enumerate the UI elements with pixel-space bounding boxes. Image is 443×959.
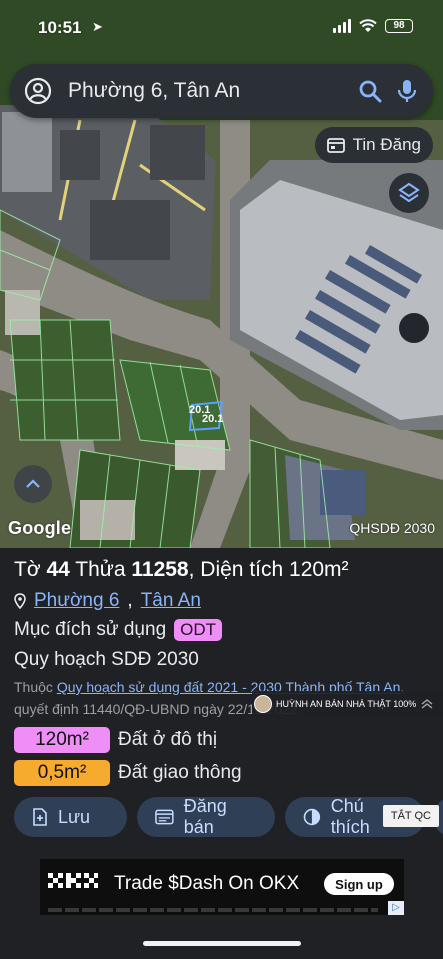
google-logo: Google bbox=[8, 518, 72, 538]
location-separator: , bbox=[127, 590, 133, 611]
land-use-label: Đất giao thông bbox=[118, 762, 242, 783]
status-time: 10:51 bbox=[38, 18, 82, 37]
agent-tag-label: HUỲNH AN BÁN NHÀ THẬT 100% bbox=[276, 699, 417, 709]
location-row: Phường 6, Tân An bbox=[14, 590, 201, 612]
area-value-badge: 0,5m² bbox=[14, 760, 110, 786]
calendar-icon bbox=[155, 809, 174, 825]
location-pin-icon bbox=[14, 593, 26, 609]
ad-choices-icon[interactable]: ▷ bbox=[388, 901, 404, 915]
parcel-word: Thửa bbox=[75, 558, 126, 581]
save-button[interactable]: Lưu bbox=[14, 797, 127, 837]
okx-logo bbox=[48, 873, 98, 888]
search-icon[interactable] bbox=[357, 78, 383, 104]
land-use-row: 120m² Đất ở đô thị bbox=[14, 727, 217, 753]
post-sale-button[interactable]: Đăng bán bbox=[137, 796, 275, 837]
area-value-badge: 120m² bbox=[14, 727, 110, 753]
layers-icon bbox=[398, 182, 420, 203]
status-indicators: 98 bbox=[333, 19, 413, 33]
listings-chip-label: Tin Đăng bbox=[352, 135, 421, 154]
ad-banner[interactable]: Trade $Dash On OKX Sign up ▷ bbox=[40, 859, 404, 915]
land-use-row: 0,5m² Đất giao thông bbox=[14, 760, 242, 786]
purpose-code-badge: ODT bbox=[174, 619, 223, 641]
agent-tag[interactable]: HUỲNH AN BÁN NHÀ THẬT 100% bbox=[252, 691, 443, 717]
search-query[interactable]: Phường 6, Tân An bbox=[68, 79, 357, 103]
contrast-icon bbox=[303, 808, 321, 826]
belongs-prefix: Thuộc bbox=[14, 679, 53, 695]
purpose-label: Mục đích sử dụng bbox=[14, 619, 167, 640]
plan-label: Quy hoạch SDĐ 2030 bbox=[14, 649, 199, 670]
parcel-number: 11258 bbox=[131, 558, 189, 581]
expand-up-button[interactable] bbox=[14, 465, 52, 503]
wifi-icon bbox=[359, 19, 377, 32]
purpose-row: Mục đích sử dụng ODT bbox=[14, 619, 223, 641]
chevron-up-icon bbox=[26, 479, 40, 488]
listings-chip[interactable]: Tin Đăng bbox=[314, 127, 433, 163]
cellular-signal-icon bbox=[333, 19, 351, 33]
add-document-icon bbox=[33, 808, 47, 826]
microphone-icon[interactable] bbox=[395, 78, 419, 104]
parcel-area: 120m² bbox=[289, 558, 349, 581]
hide-ads-button[interactable]: TẮT QC bbox=[382, 805, 439, 827]
calendar-icon bbox=[326, 138, 345, 153]
sheet-number: 44 bbox=[46, 558, 70, 581]
parcel-info-sheet: Tờ 44 Thửa 11258, Diện tích 120m² Phường… bbox=[0, 548, 443, 959]
land-use-label: Đất ở đô thị bbox=[118, 729, 218, 750]
area-prefix: , Diện tích bbox=[188, 558, 284, 581]
map-scroll-handle[interactable] bbox=[399, 313, 429, 343]
home-indicator[interactable] bbox=[143, 941, 301, 946]
chevron-up-icon bbox=[421, 699, 433, 709]
status-bar: 10:51 ➤ 98 bbox=[0, 0, 443, 56]
location-arrow-icon: ➤ bbox=[92, 19, 103, 34]
avatar bbox=[254, 695, 272, 713]
save-button-label: Lưu bbox=[58, 806, 91, 827]
battery-indicator: 98 bbox=[385, 19, 413, 33]
ad-headline: Trade $Dash On OKX bbox=[114, 873, 300, 894]
account-icon[interactable] bbox=[24, 77, 52, 105]
ad-signup-button[interactable]: Sign up bbox=[324, 873, 394, 895]
ad-fine-print bbox=[48, 908, 378, 912]
overlay-label: QHSDĐ 2030 bbox=[349, 520, 435, 536]
city-link[interactable]: Tân An bbox=[141, 590, 201, 612]
parcel-label: 20.1 bbox=[202, 413, 224, 425]
action-buttons: Lưu Đăng bán Chú thích bbox=[14, 796, 425, 837]
search-bar[interactable]: Phường 6, Tân An bbox=[10, 64, 433, 118]
post-sale-button-label: Đăng bán bbox=[183, 796, 227, 837]
layers-button[interactable] bbox=[389, 173, 429, 213]
ward-link[interactable]: Phường 6 bbox=[34, 590, 119, 612]
parcel-title: Tờ 44 Thửa 11258, Diện tích 120m² bbox=[14, 558, 349, 582]
title-prefix: Tờ bbox=[14, 558, 41, 581]
map-view[interactable]: 10:51 ➤ 98 Phường 6, Tân An Tin Đăng 20.… bbox=[0, 0, 443, 548]
